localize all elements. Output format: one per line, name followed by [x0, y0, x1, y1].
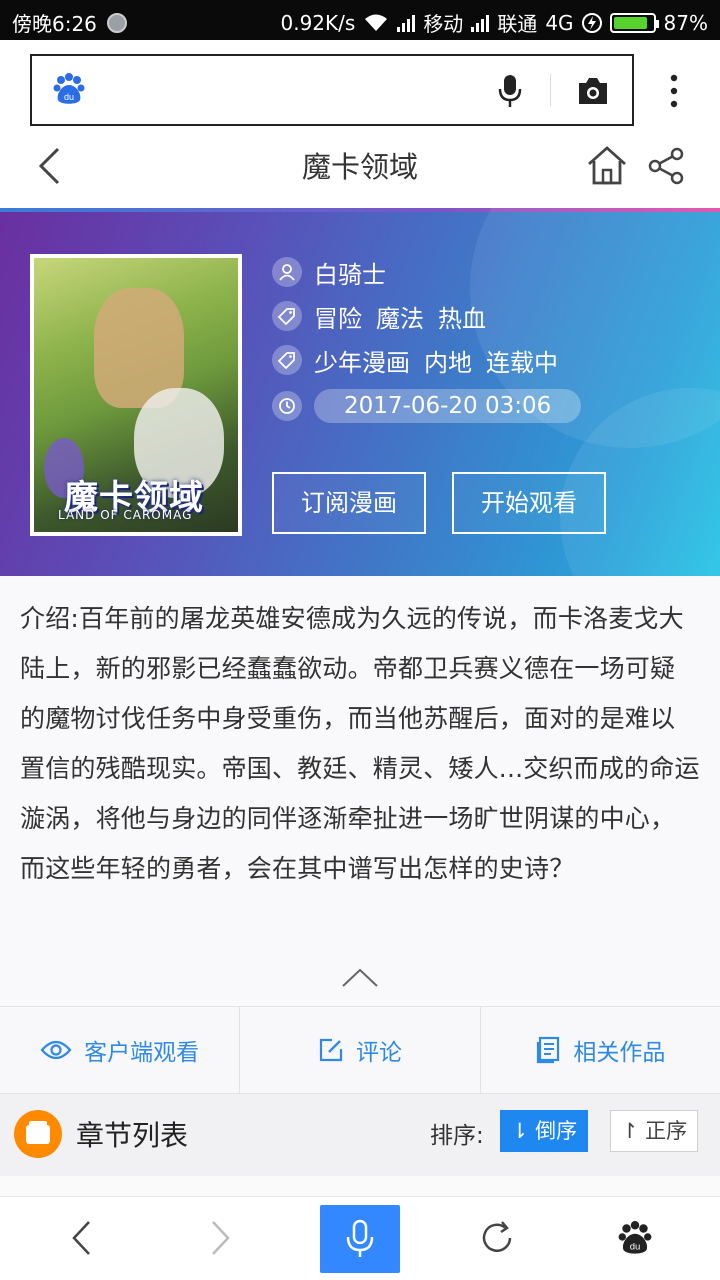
nav-back-button[interactable]	[56, 1213, 106, 1263]
eye-icon	[40, 1040, 72, 1060]
refresh-button[interactable]	[472, 1213, 522, 1263]
signal-icon-2	[471, 14, 490, 32]
chapter-list-icon	[14, 1110, 62, 1158]
network-speed: 0.92K/s	[280, 10, 356, 35]
chapter-list-title: 章节列表	[76, 1119, 189, 1152]
home-icon[interactable]	[586, 144, 628, 186]
author-row: 白骑士	[272, 256, 386, 289]
category-tags: 少年漫画 内地 连载中	[314, 343, 572, 378]
update-row: 2017-06-20 03:06	[272, 389, 582, 423]
battery-icon	[609, 12, 659, 33]
microphone-icon	[346, 1219, 374, 1257]
intro-section: 介绍:百年前的屠龙英雄安德成为久远的传说，而卡洛麦戈大陆上，新的邪影已经蠢蠢欲动…	[0, 576, 720, 1006]
related-works-button[interactable]: 相关作品	[481, 1007, 720, 1093]
network-type: 4G	[545, 10, 574, 35]
status-time: 傍晚6:26	[12, 12, 97, 36]
baidu-paw-icon: du	[53, 73, 85, 104]
notification-icon	[106, 12, 127, 33]
comic-hero: 魔卡领域 LAND OF CAROMAG 白骑士 冒险 魔法 热血 少年漫画 内地 连载…	[0, 208, 720, 576]
sort-up-icon: ↾	[620, 1119, 639, 1143]
chevron-up-icon[interactable]	[340, 966, 380, 990]
carrier-1: 移动	[423, 12, 464, 36]
voice-search-icon[interactable]	[498, 74, 522, 108]
genre-tags: 冒险 魔法 热血	[314, 299, 500, 334]
sort-label: 排序:	[430, 1123, 484, 1149]
category-row: 少年漫画 内地 连载中	[272, 343, 572, 378]
comic-cover[interactable]: 魔卡领域 LAND OF CAROMAG	[30, 254, 242, 536]
charging-icon	[581, 12, 602, 33]
share-icon[interactable]	[646, 146, 686, 186]
search-input[interactable]	[102, 68, 502, 112]
bottom-navigation: du	[0, 1196, 720, 1280]
voice-button[interactable]	[320, 1205, 400, 1273]
related-works-label: 相关作品	[573, 1040, 666, 1066]
category-tag: 连载中	[486, 348, 558, 377]
edit-icon	[319, 1038, 343, 1062]
intro-text: 介绍:百年前的屠龙英雄安德成为久远的传说，而卡洛麦戈大陆上，新的邪影已经蠢蠢欲动…	[20, 604, 700, 883]
signal-icon	[397, 14, 416, 32]
start-reading-button[interactable]: 开始观看	[452, 472, 606, 534]
divider	[0, 1176, 720, 1196]
comment-button[interactable]: 评论	[240, 1007, 481, 1093]
chapter-list-header: 章节列表 排序: ⇂ 倒序 ↾ 正序	[0, 1094, 720, 1176]
chevron-left-icon	[72, 1221, 90, 1255]
category-tag: 少年漫画	[314, 348, 410, 377]
category-tag: 内地	[424, 348, 472, 377]
nav-forward-button[interactable]	[196, 1213, 246, 1263]
comment-label: 评论	[355, 1040, 402, 1066]
tag-icon	[272, 301, 302, 331]
subscribe-button[interactable]: 订阅漫画	[272, 472, 426, 534]
search-box[interactable]: du	[30, 54, 634, 126]
user-icon	[272, 257, 302, 287]
title-bar: 魔卡领域	[0, 132, 720, 208]
genre-tag[interactable]: 冒险	[314, 305, 362, 333]
camera-icon[interactable]	[576, 76, 610, 106]
baidu-home-button[interactable]: du	[610, 1213, 660, 1263]
genre-tag[interactable]: 热血	[438, 305, 486, 333]
search-row: du	[0, 40, 720, 132]
sort-down-icon: ⇂	[510, 1119, 529, 1143]
update-time: 2017-06-20 03:06	[314, 389, 582, 423]
battery-percent: 87%	[663, 10, 708, 35]
svg-text:du: du	[630, 1242, 641, 1253]
sort-desc-label: 倒序	[535, 1119, 578, 1143]
client-view-button[interactable]: 客户端观看	[0, 1007, 241, 1093]
genre-row: 冒险 魔法 热血	[272, 299, 500, 334]
action-bar: 客户端观看 评论 相关作品	[0, 1006, 720, 1094]
client-view-label: 客户端观看	[84, 1040, 200, 1066]
search-divider	[550, 74, 551, 106]
cover-logo-en: LAND OF CAROMAG	[58, 508, 193, 522]
more-menu-icon[interactable]	[664, 73, 684, 109]
sort-asc-button[interactable]: ↾ 正序	[610, 1110, 698, 1152]
status-bar: 傍晚6:26 0.92K/s 移动 联通 4G 87%	[0, 0, 720, 40]
refresh-icon	[482, 1221, 512, 1252]
carrier-2: 联通	[497, 12, 538, 36]
sort-desc-button[interactable]: ⇂ 倒序	[500, 1110, 588, 1152]
baidu-paw-icon: du	[618, 1221, 652, 1254]
sort-asc-label: 正序	[645, 1119, 688, 1143]
wifi-icon	[365, 14, 388, 31]
document-list-icon	[537, 1036, 560, 1064]
author-name: 白骑士	[314, 260, 386, 289]
genre-tag[interactable]: 魔法	[376, 305, 424, 333]
svg-text:du: du	[64, 92, 74, 102]
tag-icon	[272, 345, 302, 375]
clock-icon	[272, 391, 302, 421]
chevron-right-icon	[212, 1221, 230, 1255]
